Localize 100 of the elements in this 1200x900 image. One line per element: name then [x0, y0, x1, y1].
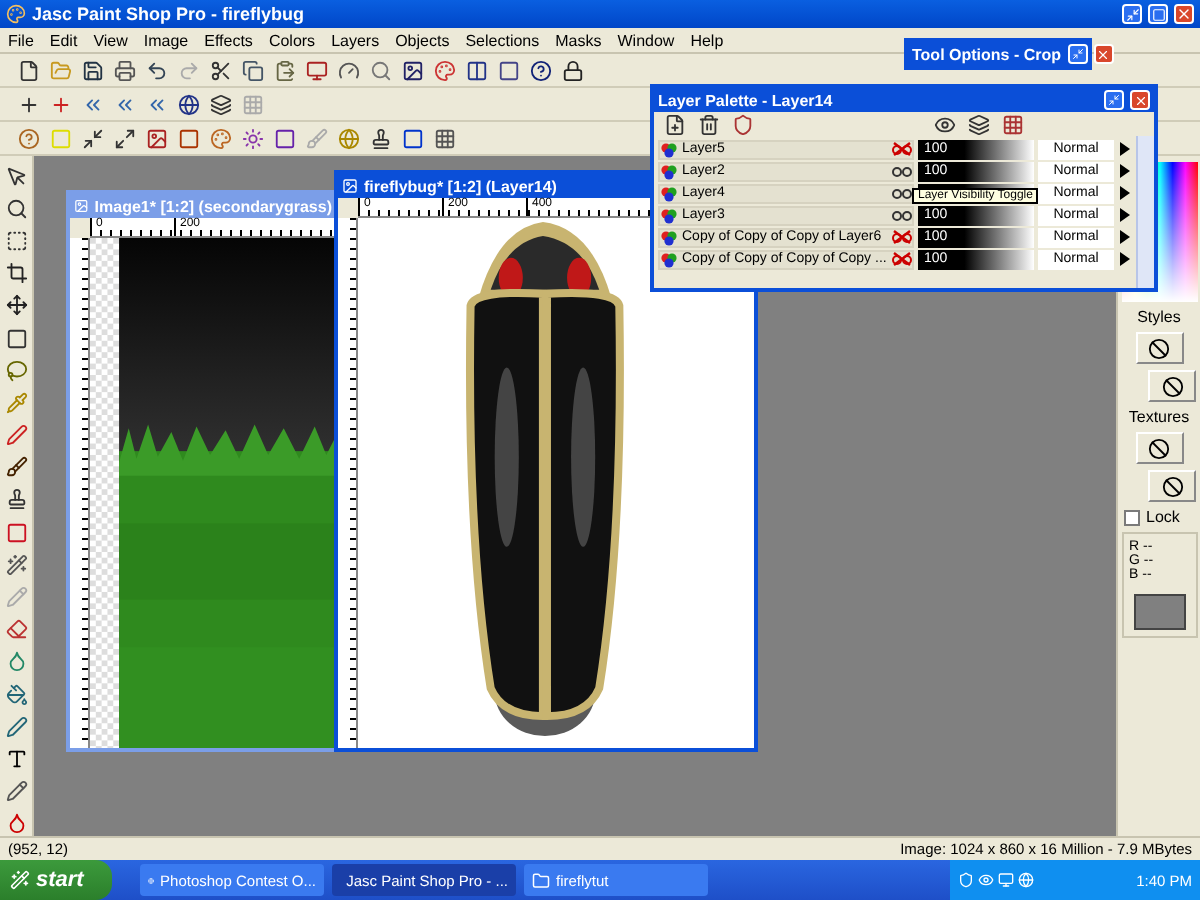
menu-item[interactable]: Selections	[465, 31, 540, 49]
crossed-glasses-icon[interactable]	[892, 252, 912, 266]
clone-icon[interactable]	[3, 487, 29, 513]
monitor-icon[interactable]	[998, 872, 1014, 888]
deform-icon[interactable]	[3, 228, 29, 254]
delete-layer-icon[interactable]	[696, 111, 722, 137]
texture-button[interactable]	[1135, 432, 1183, 464]
lock-icon[interactable]	[560, 57, 586, 83]
frame-icon[interactable]	[496, 57, 522, 83]
none-icon	[1161, 375, 1183, 397]
pointer-icon[interactable]	[3, 164, 29, 189]
document-title: fireflybug* [1:2] (Layer14)	[364, 177, 557, 195]
monitor-icon[interactable]	[304, 57, 330, 83]
start-button[interactable]: start	[0, 860, 112, 900]
menu-item[interactable]: Edit	[49, 31, 78, 49]
minimize-button[interactable]	[1067, 44, 1088, 64]
texture-icon[interactable]	[432, 125, 458, 151]
wand-icon[interactable]	[3, 552, 29, 577]
border-icon[interactable]	[176, 125, 202, 151]
sun-icon[interactable]	[240, 125, 266, 151]
minimize-button[interactable]	[1122, 4, 1142, 24]
new-file-icon[interactable]	[16, 57, 42, 83]
link-tab-icon[interactable]	[1000, 111, 1026, 137]
gauge-icon[interactable]	[336, 57, 362, 83]
replace-icon[interactable]	[3, 520, 29, 545]
document-title: Image1* [1:2] (secondarygrass)	[94, 197, 332, 215]
mask-icon[interactable]	[730, 111, 756, 137]
paste-icon[interactable]	[272, 57, 298, 83]
menu-item[interactable]: Image	[143, 31, 189, 49]
zoom-icon[interactable]	[3, 196, 29, 221]
color-swatch[interactable]	[1133, 594, 1185, 630]
menu-item[interactable]: Window	[617, 31, 675, 49]
vector-icon[interactable]	[3, 714, 29, 739]
window-title: Jasc Paint Shop Pro - fireflybug	[32, 4, 307, 24]
layer-tab-icon[interactable]	[966, 111, 992, 137]
menu-item[interactable]: Objects	[395, 31, 450, 49]
new-layer-icon[interactable]	[662, 111, 688, 137]
glasses-icon[interactable]	[892, 164, 912, 178]
close-button[interactable]	[1093, 44, 1114, 64]
columns-icon[interactable]	[464, 57, 490, 83]
menu-item[interactable]: View	[93, 31, 128, 49]
stamp-icon[interactable]	[368, 125, 394, 151]
save-icon[interactable]	[80, 57, 106, 83]
pen-icon[interactable]	[3, 423, 29, 448]
crop-icon[interactable]	[3, 261, 29, 286]
menu-item[interactable]: File	[8, 31, 34, 49]
expand-icon[interactable]	[112, 125, 138, 151]
app-icon	[6, 4, 26, 24]
lock-checkbox[interactable]	[1124, 509, 1140, 525]
help-pointer-icon[interactable]	[16, 125, 42, 151]
image-icon[interactable]	[400, 57, 426, 83]
eraser-icon[interactable]	[3, 617, 29, 642]
textures-label: Textures	[1128, 408, 1190, 426]
close-icon	[1133, 93, 1147, 107]
eye-icon[interactable]	[978, 872, 994, 888]
style-button[interactable]	[1148, 370, 1196, 402]
copy-icon[interactable]	[240, 57, 266, 83]
menu-item[interactable]: Help	[690, 31, 724, 49]
shield-icon[interactable]	[958, 872, 974, 888]
none-icon	[1148, 437, 1170, 459]
menu-item[interactable]: Layers	[331, 31, 380, 49]
shrink-icon[interactable]	[80, 125, 106, 151]
maximize-button[interactable]	[1148, 4, 1168, 24]
glasses-icon[interactable]	[892, 208, 912, 222]
printer-icon[interactable]	[112, 57, 138, 83]
menu-item[interactable]: Masks	[555, 31, 602, 49]
photo-icon[interactable]	[144, 125, 170, 151]
bucket-icon[interactable]	[3, 682, 29, 707]
outline-icon[interactable]	[272, 125, 298, 151]
start-logo-icon	[10, 870, 30, 890]
minimize-icon	[1071, 48, 1084, 60]
menu-item[interactable]: Colors	[268, 31, 316, 49]
gradient-icon[interactable]	[400, 125, 426, 151]
none-icon	[1161, 475, 1183, 497]
maximize-icon	[1151, 7, 1165, 21]
style-button[interactable]	[1135, 332, 1183, 364]
brush-tool-icon[interactable]	[3, 455, 29, 480]
undo-icon[interactable]	[144, 57, 170, 83]
texture-button[interactable]	[1148, 470, 1196, 502]
move-icon[interactable]	[3, 293, 29, 318]
menu-item[interactable]: Effects	[204, 31, 253, 49]
scissors-icon[interactable]	[208, 57, 234, 83]
palette-icon[interactable]	[432, 57, 458, 83]
crossed-glasses-icon[interactable]	[892, 142, 912, 156]
layers-icon[interactable]	[208, 91, 234, 117]
close-button[interactable]	[1130, 90, 1150, 110]
close-button[interactable]	[1174, 4, 1194, 24]
dropper-icon[interactable]	[3, 390, 29, 415]
lasso-icon[interactable]	[3, 358, 29, 383]
color-icon[interactable]	[208, 125, 234, 151]
scrollbar[interactable]	[1136, 136, 1154, 288]
crossed-glasses-icon[interactable]	[892, 230, 912, 244]
palette-title: Layer Palette - Layer14	[658, 91, 833, 109]
help-icon[interactable]	[528, 57, 554, 83]
glasses-icon[interactable]	[892, 186, 912, 200]
selection-icon[interactable]	[3, 325, 29, 351]
draw-icon[interactable]	[3, 779, 29, 804]
search-icon[interactable]	[368, 57, 394, 83]
minimize-button[interactable]	[1104, 90, 1124, 110]
text-icon[interactable]	[3, 746, 29, 772]
